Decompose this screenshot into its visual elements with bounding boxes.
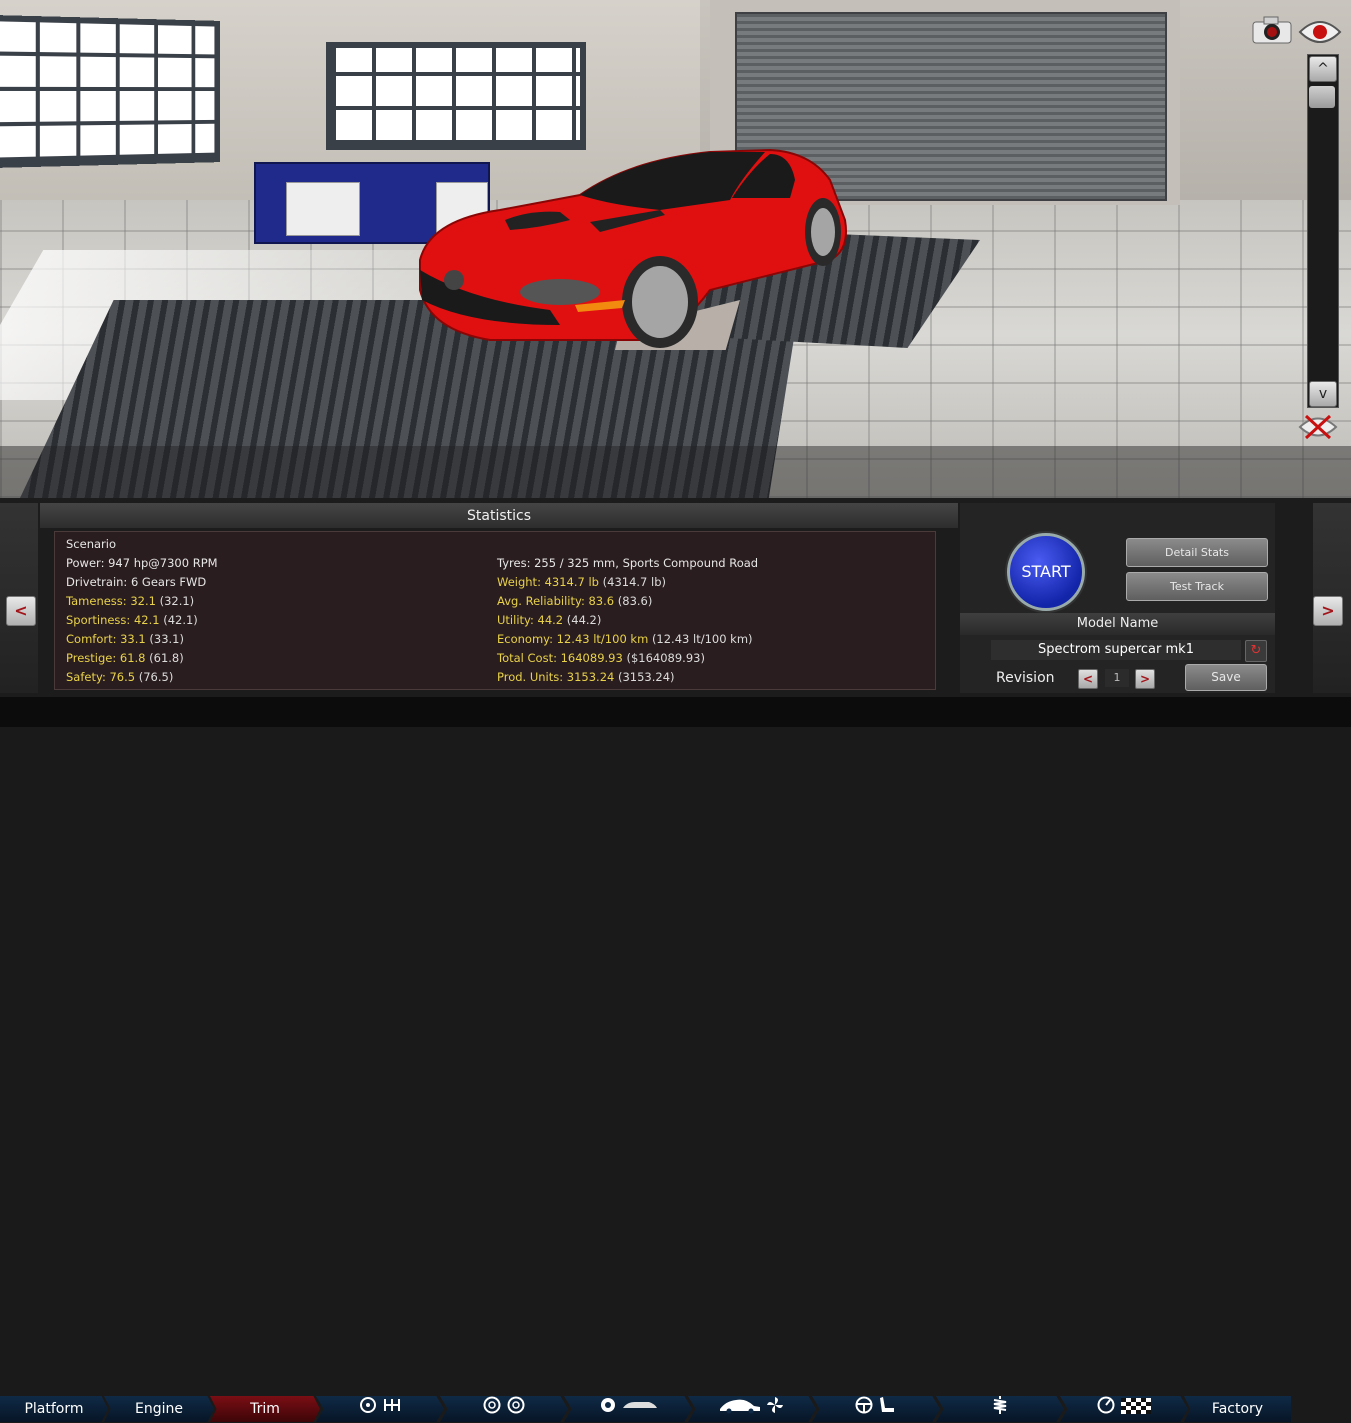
stat-left-7: Safety: 76.5 (76.5) [66,668,173,686]
stat-left-3: Tameness: 32.1 (32.1) [66,592,194,610]
stat-value: Avg. Reliability: 83.6 [497,594,615,608]
car-model[interactable] [410,140,850,350]
zoom-up-button[interactable]: ^ [1309,56,1337,82]
stat-right-4: Economy: 12.43 lt/100 km (12.43 lt/100 k… [497,630,753,648]
stat-left-1: Power: 947 hp@7300 RPM [66,554,218,572]
stat-value: Prod. Units: 3153.24 [497,670,615,684]
stat-target-value: (3153.24) [618,670,675,684]
tab-crankshaft[interactable] [316,1396,444,1422]
garage-window [0,14,220,169]
stat-value: Utility: 44.2 [497,613,564,627]
stat-value: Scenario [66,537,116,551]
stat-target-value: (83.6) [617,594,653,608]
suspension-spring-icon [991,1396,1009,1422]
model-name-title: Model Name [960,613,1275,635]
start-button[interactable]: START [1007,533,1085,611]
eye-icon[interactable] [1298,18,1342,46]
prev-page-button[interactable]: < [6,596,36,626]
stat-value: Total Cost: 164089.93 [497,651,623,665]
stat-target-value: (42.1) [163,613,198,627]
stat-value: Tyres: 255 / 325 mm, Sports Compound Roa… [497,556,759,570]
tab-platform[interactable]: Platform [0,1396,108,1422]
stat-right-6: Prod. Units: 3153.24 (3153.24) [497,668,675,686]
gearbox-icon [383,1396,401,1422]
stat-target-value: ($164089.93) [626,651,705,665]
tab-suspension-spring[interactable] [936,1396,1064,1422]
tab-trim[interactable]: Trim [210,1396,320,1422]
stat-value: Sportiness: 42.1 [66,613,160,627]
crankshaft-icon [359,1396,377,1422]
stat-right-5: Total Cost: 164089.93 ($164089.93) [497,649,705,667]
camera-icon[interactable] [1252,16,1292,44]
gauge-icon [1097,1396,1115,1422]
wheel-icon [507,1396,525,1422]
stat-value: Safety: 76.5 [66,670,136,684]
stat-left-4: Sportiness: 42.1 (42.1) [66,611,198,629]
car-profile-icon [720,1396,760,1422]
stat-right-2: Avg. Reliability: 83.6 (83.6) [497,592,652,610]
tab-steering-wheel[interactable] [812,1396,940,1422]
stat-value: Drivetrain: 6 Gears FWD [66,575,207,589]
revision-next-button[interactable]: > [1135,669,1155,689]
tab-brake-disc[interactable] [564,1396,692,1422]
save-button[interactable]: Save [1185,664,1267,691]
tab-label: Factory [1211,1401,1264,1417]
tab-engine[interactable]: Engine [104,1396,214,1422]
stat-target-value: (33.1) [149,632,184,646]
tab-label: Trim [250,1401,280,1417]
stat-left-2: Drivetrain: 6 Gears FWD [66,573,206,591]
design-tab-bar: Platform Engine Trim Factory [0,697,1351,1422]
tab-factory[interactable]: Factory [1184,1396,1291,1422]
stat-target-value: (4314.7 lb) [602,575,667,589]
test-track-button[interactable]: Test Track [1126,572,1268,601]
stat-target-value: (32.1) [159,594,195,608]
viewport-overlay [0,446,1351,498]
stat-right-0: Tyres: 255 / 325 mm, Sports Compound Roa… [497,554,758,572]
tab-label: Platform [24,1401,84,1417]
garage-window [326,42,586,150]
stat-target-value: (12.43 lt/100 km) [651,632,753,646]
revision-label: Revision [996,670,1055,686]
detail-stats-button[interactable]: Detail Stats [1126,538,1268,567]
stat-left-5: Comfort: 33.1 (33.1) [66,630,184,648]
zoom-scrollbar-thumb[interactable] [1309,86,1335,108]
wheel-icon [483,1396,501,1422]
stat-value: Weight: 4314.7 lb [497,575,599,589]
statistics-box: Scenario Power: 947 hp@7300 RPM Drivetrain… [54,531,936,690]
car-viewport[interactable]: ^ v [0,0,1351,498]
revision-prev-button[interactable]: < [1078,669,1098,689]
zoom-down-button[interactable]: v [1309,381,1337,407]
stat-left-0: Scenario [66,535,116,553]
stat-value: Prestige: 61.8 [66,651,146,665]
stat-target-value: (44.2) [566,613,602,627]
tab-label: Engine [135,1401,183,1417]
seat-icon [879,1396,897,1422]
stat-left-6: Prestige: 61.8 (61.8) [66,649,184,667]
stat-value: Comfort: 33.1 [66,632,146,646]
model-name-input[interactable]: Spectrom supercar mk1 [991,640,1241,660]
tab-gauge[interactable] [1060,1396,1188,1422]
stat-right-3: Utility: 44.2 (44.2) [497,611,601,629]
stat-value: Economy: 12.43 lt/100 km [497,632,649,646]
statistics-title: Statistics [40,503,958,528]
stat-target-value: (76.5) [138,670,174,684]
stat-value: Tameness: 32.1 [66,594,156,608]
stat-value: Power: 947 hp@7300 RPM [66,556,218,570]
brake-disc-icon [599,1396,617,1422]
checkered-flag-icon [1121,1396,1151,1422]
steering-wheel-icon [855,1396,873,1422]
hide-ui-icon[interactable] [1298,412,1338,442]
fan-icon [766,1396,784,1422]
stat-right-1: Weight: 4314.7 lb (4314.7 lb) [497,573,666,591]
stat-target-value: (61.8) [149,651,184,665]
refresh-icon[interactable]: ↻ [1245,640,1267,662]
tab-wheel[interactable] [440,1396,568,1422]
workbench-cabinet [286,182,360,236]
next-page-button[interactable]: > [1313,596,1343,626]
car-body-icon [623,1396,657,1422]
revision-value: 1 [1105,669,1129,687]
tab-car-profile[interactable] [688,1396,816,1422]
